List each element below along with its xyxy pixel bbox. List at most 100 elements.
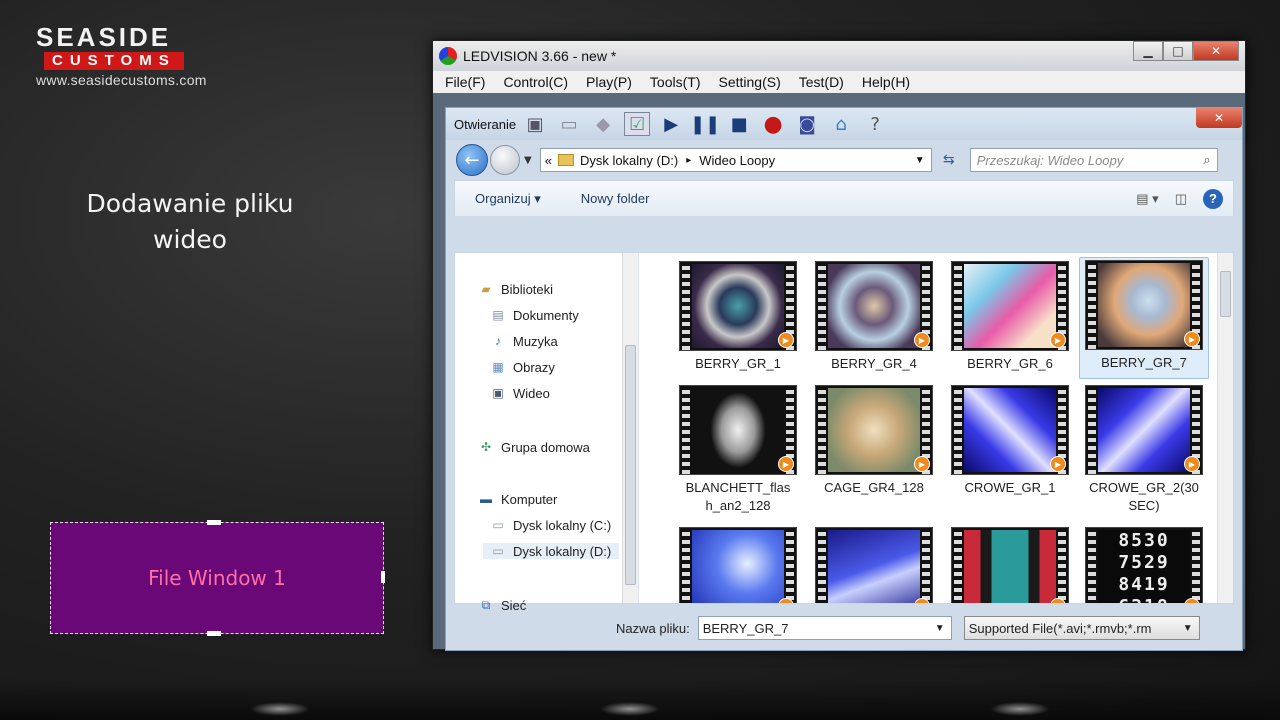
refresh-icon[interactable]: ⇆ bbox=[936, 148, 962, 172]
record-icon[interactable]: ● bbox=[760, 112, 786, 137]
drive-icon: ▭ bbox=[492, 518, 504, 532]
play-icon[interactable]: ▶ bbox=[658, 112, 684, 136]
play-badge-icon: ▶ bbox=[778, 332, 794, 348]
filetype-value: Supported File(*.avi;*.rmvb;*.rm bbox=[968, 620, 1152, 636]
nav-scrollbar[interactable] bbox=[622, 253, 638, 603]
checkbox-edit-icon[interactable]: ☑ bbox=[624, 112, 651, 136]
nav-network[interactable]: ⧉ Sieć bbox=[477, 597, 527, 613]
play-badge-icon: ▶ bbox=[914, 456, 930, 472]
nav-drive-c-label: Dysk lokalny (C:) bbox=[513, 517, 612, 533]
file-item[interactable]: ▶ BLANCHETT_flas h_an2_128 bbox=[673, 385, 803, 515]
caption-line2: wideo bbox=[153, 225, 227, 254]
address-dropdown-icon[interactable]: ▼ bbox=[915, 155, 925, 166]
menu-setting[interactable]: Setting(S) bbox=[718, 74, 780, 90]
nav-pictures[interactable]: ▦ Obrazy bbox=[489, 359, 555, 375]
file-item-selected[interactable]: ▶ BERRY_GR_7 bbox=[1079, 257, 1209, 379]
network-icon: ⧉ bbox=[481, 597, 491, 612]
navigation-pane: ▰ Biblioteki ▤ Dokumenty ♪ Muzyka ▦ Obra… bbox=[455, 253, 639, 613]
caption-line1: Dodawanie pliku bbox=[86, 189, 294, 218]
file-name: CAGE_GR4_128 bbox=[824, 480, 924, 495]
file-window-preview[interactable]: File Window 1 bbox=[50, 520, 385, 636]
file-item[interactable]: ▶ BERRY_GR_6 bbox=[945, 261, 1075, 373]
floor-spotlight bbox=[250, 702, 310, 716]
filename-value: BERRY_GR_7 bbox=[702, 620, 789, 636]
menu-file[interactable]: File(F) bbox=[445, 74, 485, 90]
close-button[interactable]: ✕ bbox=[1193, 41, 1239, 61]
organize-button[interactable]: Organizuj ▾ bbox=[475, 191, 541, 207]
chevron-down-icon[interactable]: ▼ bbox=[1183, 623, 1193, 634]
filename-row: Nazwa pliku: BERRY_GR_7 ▼ Supported File… bbox=[446, 612, 1242, 644]
help-bulb-icon[interactable]: ? bbox=[862, 112, 888, 136]
file-item[interactable]: ▶ BERRY_GR_1 bbox=[673, 261, 803, 373]
new-folder-button[interactable]: Nowy folder bbox=[581, 191, 650, 206]
nav-scroll-thumb[interactable] bbox=[625, 345, 636, 585]
address-part-drive[interactable]: Dysk lokalny (D:) bbox=[580, 153, 678, 168]
record-screen-icon[interactable]: ◙ bbox=[794, 112, 820, 136]
address-part-folder[interactable]: Wideo Loopy bbox=[699, 153, 775, 168]
file-grid-scroll-thumb[interactable] bbox=[1220, 271, 1231, 317]
nav-drive-d[interactable]: ▭ Dysk lokalny (D:) bbox=[483, 543, 619, 559]
address-separator: ▸ bbox=[686, 154, 692, 166]
file-grid-scrollbar[interactable] bbox=[1217, 253, 1233, 603]
file-item[interactable]: ▶ CROWE_GR_1 bbox=[945, 385, 1075, 497]
nav-homegroup[interactable]: ✣ Grupa domowa bbox=[477, 439, 590, 455]
file-item[interactable]: 8530752984196318 ▶ bbox=[1079, 527, 1209, 603]
menu-tools[interactable]: Tools(T) bbox=[650, 74, 701, 90]
play-badge-icon: ▶ bbox=[778, 456, 794, 472]
nav-documents[interactable]: ▤ Dokumenty bbox=[489, 307, 578, 323]
file-item[interactable]: ▶ CAGE_GR4_128 bbox=[809, 385, 939, 497]
view-options-icon[interactable]: ▤ ▾ bbox=[1136, 191, 1158, 207]
filetype-select[interactable]: Supported File(*.avi;*.rmvb;*.rm ▼ bbox=[963, 616, 1200, 640]
filename-input[interactable]: BERRY_GR_7 ▼ bbox=[697, 616, 952, 640]
nav-libraries[interactable]: ▰ Biblioteki bbox=[477, 281, 553, 297]
file-item[interactable]: ▶ CROWE_GR_2(30 SEC) bbox=[1079, 385, 1209, 515]
chevron-down-icon[interactable]: ▼ bbox=[935, 623, 945, 634]
floor-spotlight bbox=[600, 702, 660, 716]
search-icon: ⌕ bbox=[1203, 152, 1211, 167]
back-button[interactable]: ← bbox=[456, 144, 488, 176]
file-item[interactable]: ▶ bbox=[673, 527, 803, 603]
help-icon[interactable]: ? bbox=[1203, 188, 1223, 209]
home-icon[interactable]: ⌂ bbox=[828, 112, 854, 136]
document-icon: ▤ bbox=[492, 308, 504, 322]
forward-button[interactable] bbox=[490, 145, 520, 175]
resize-handle[interactable] bbox=[207, 631, 221, 636]
nav-drive-c[interactable]: ▭ Dysk lokalny (C:) bbox=[489, 517, 611, 533]
resize-handle[interactable] bbox=[381, 571, 385, 583]
drive-icon: ▭ bbox=[492, 544, 504, 558]
eraser-icon[interactable]: ◆ bbox=[590, 112, 616, 136]
file-item[interactable]: ▶ BERRY_GR_4 bbox=[809, 261, 939, 373]
dialog-body: ▰ Biblioteki ▤ Dokumenty ♪ Muzyka ▦ Obra… bbox=[454, 252, 1234, 613]
nav-music[interactable]: ♪ Muzyka bbox=[489, 333, 558, 349]
file-item[interactable]: ▶ bbox=[809, 527, 939, 603]
dialog-close-button[interactable]: ✕ bbox=[1196, 108, 1242, 128]
monitor-icon[interactable]: ▭ bbox=[556, 112, 582, 136]
search-input[interactable]: Przeszukaj: Wideo Loopy ⌕ bbox=[969, 148, 1218, 172]
file-window-label: File Window 1 bbox=[148, 566, 286, 590]
play-badge-icon: ▶ bbox=[914, 598, 930, 603]
menu-help[interactable]: Help(H) bbox=[862, 74, 910, 90]
menu-play[interactable]: Play(P) bbox=[586, 74, 632, 90]
pause-icon[interactable]: ❚❚ bbox=[690, 112, 720, 136]
search-placeholder: Przeszukaj: Wideo Loopy bbox=[976, 152, 1124, 168]
recent-dropdown-icon[interactable]: ▼ bbox=[524, 155, 532, 166]
play-badge-icon: ▶ bbox=[1050, 456, 1066, 472]
save-icon[interactable]: ▣ bbox=[522, 112, 548, 136]
stop-icon[interactable]: ■ bbox=[726, 112, 752, 136]
nav-video[interactable]: ▣ Wideo bbox=[489, 385, 550, 401]
nav-computer[interactable]: ▬ Komputer bbox=[477, 491, 557, 507]
nav-music-label: Muzyka bbox=[513, 333, 558, 349]
file-item[interactable]: ▶ bbox=[945, 527, 1075, 603]
app-icon bbox=[439, 47, 457, 65]
address-bar[interactable]: « Dysk lokalny (D:) ▸ Wideo Loopy ▼ bbox=[539, 148, 932, 172]
window-title: LEDVISION 3.66 - new * bbox=[463, 48, 617, 64]
menu-test[interactable]: Test(D) bbox=[799, 74, 844, 90]
resize-handle[interactable] bbox=[207, 520, 221, 525]
logo-customs: CUSTOMS bbox=[44, 52, 184, 70]
menu-control[interactable]: Control(C) bbox=[503, 74, 568, 90]
open-file-dialog: Otwieranie ▣ ▭ ◆ ☑ ▶ ❚❚ ■ ● ◙ ⌂ ? ✕ ← ▼ … bbox=[445, 107, 1243, 651]
nav-homegroup-label: Grupa domowa bbox=[501, 439, 590, 455]
maximize-button[interactable]: □ bbox=[1163, 41, 1193, 61]
minimize-button[interactable]: ▁ bbox=[1133, 41, 1163, 61]
preview-pane-icon[interactable]: ◫ bbox=[1175, 191, 1187, 207]
